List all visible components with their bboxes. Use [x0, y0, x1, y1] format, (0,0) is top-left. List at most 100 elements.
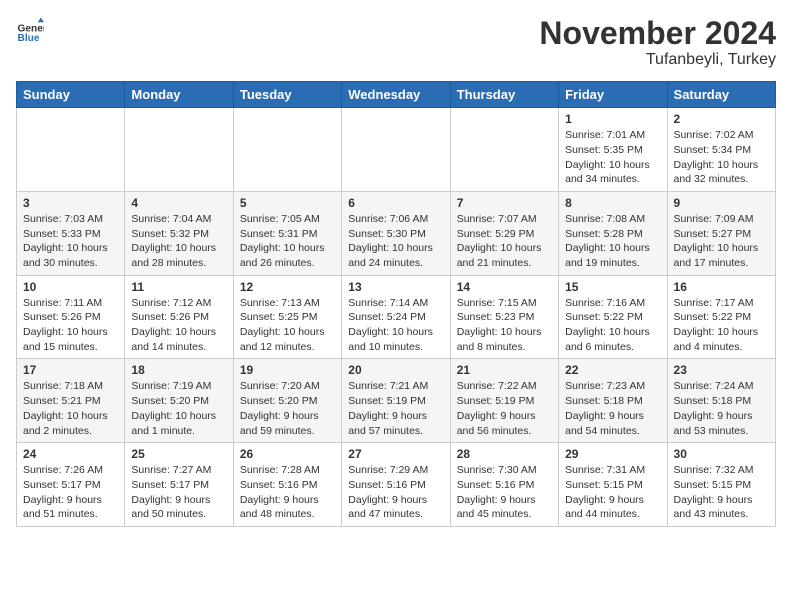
day-number: 18 [131, 363, 226, 377]
calendar-day-cell: 18 Sunrise: 7:19 AM Sunset: 5:20 PM Dayli… [125, 359, 233, 443]
calendar-day-cell: 12Sunrise: 7:13 AM Sunset: 5:25 PM Dayli… [233, 275, 341, 359]
day-number: 20 [348, 363, 443, 377]
day-info: Sunrise: 7:20 AM Sunset: 5:20 PM Dayligh… [240, 379, 335, 438]
calendar-day-cell: 9 Sunrise: 7:09 AM Sunset: 5:27 PM Daylig… [667, 191, 775, 275]
day-number: 7 [457, 196, 552, 210]
day-number: 8 [565, 196, 660, 210]
day-info: Sunrise: 7:16 AM Sunset: 5:22 PM Dayligh… [565, 296, 660, 355]
calendar-week-row: 24 Sunrise: 7:26 AM Sunset: 5:17 PM Dayli… [17, 443, 776, 527]
calendar-day-cell: 26Sunrise: 7:28 AM Sunset: 5:16 PM Dayli… [233, 443, 341, 527]
day-of-week-header: Monday [125, 82, 233, 108]
calendar-day-cell [17, 108, 125, 192]
calendar-day-cell: 4 Sunrise: 7:04 AM Sunset: 5:32 PM Daylig… [125, 191, 233, 275]
calendar-subtitle: Tufanbeyli, Turkey [539, 51, 776, 69]
calendar-day-cell: 16 Sunrise: 7:17 AM Sunset: 5:22 PM Dayli… [667, 275, 775, 359]
calendar-day-cell: 1 Sunrise: 7:01 AM Sunset: 5:35 PM Daylig… [559, 108, 667, 192]
calendar-day-cell [233, 108, 341, 192]
calendar-day-cell: 28 Sunrise: 7:30 AM Sunset: 5:16 PM Dayli… [450, 443, 558, 527]
day-number: 3 [23, 196, 118, 210]
calendar-day-cell: 5 Sunrise: 7:05 AM Sunset: 5:31 PM Daylig… [233, 191, 341, 275]
day-of-week-header: Friday [559, 82, 667, 108]
calendar-week-row: 17Sunrise: 7:18 AM Sunset: 5:21 PM Dayli… [17, 359, 776, 443]
day-info: Sunrise: 7:09 AM Sunset: 5:27 PM Dayligh… [674, 212, 769, 271]
calendar-day-cell: 24 Sunrise: 7:26 AM Sunset: 5:17 PM Dayli… [17, 443, 125, 527]
day-number: 25 [131, 447, 226, 461]
calendar-week-row: 10 Sunrise: 7:11 AM Sunset: 5:26 PM Dayli… [17, 275, 776, 359]
day-number: 12 [240, 280, 335, 294]
day-number: 26 [240, 447, 335, 461]
day-info: Sunrise: 7:32 AM Sunset: 5:15 PM Dayligh… [674, 463, 769, 522]
day-info: Sunrise: 7:26 AM Sunset: 5:17 PM Dayligh… [23, 463, 118, 522]
day-number: 13 [348, 280, 443, 294]
calendar-day-cell: 3 Sunrise: 7:03 AM Sunset: 5:33 PM Daylig… [17, 191, 125, 275]
calendar-day-cell: 17Sunrise: 7:18 AM Sunset: 5:21 PM Dayli… [17, 359, 125, 443]
calendar-day-cell: 30 Sunrise: 7:32 AM Sunset: 5:15 PM Dayli… [667, 443, 775, 527]
day-number: 14 [457, 280, 552, 294]
day-info: Sunrise: 7:14 AM Sunset: 5:24 PM Dayligh… [348, 296, 443, 355]
day-info: Sunrise: 7:01 AM Sunset: 5:35 PM Dayligh… [565, 128, 660, 187]
calendar-day-cell: 27Sunrise: 7:29 AM Sunset: 5:16 PM Dayli… [342, 443, 450, 527]
day-info: Sunrise: 7:22 AM Sunset: 5:19 PM Dayligh… [457, 379, 552, 438]
day-info: Sunrise: 7:19 AM Sunset: 5:20 PM Dayligh… [131, 379, 226, 438]
day-info: Sunrise: 7:30 AM Sunset: 5:16 PM Dayligh… [457, 463, 552, 522]
day-number: 9 [674, 196, 769, 210]
day-of-week-header: Saturday [667, 82, 775, 108]
calendar-day-cell [125, 108, 233, 192]
day-number: 28 [457, 447, 552, 461]
day-of-week-header: Sunday [17, 82, 125, 108]
calendar-body: 1 Sunrise: 7:01 AM Sunset: 5:35 PM Daylig… [17, 108, 776, 527]
calendar-day-cell: 13 Sunrise: 7:14 AM Sunset: 5:24 PM Dayli… [342, 275, 450, 359]
calendar-week-row: 1 Sunrise: 7:01 AM Sunset: 5:35 PM Daylig… [17, 108, 776, 192]
day-info: Sunrise: 7:23 AM Sunset: 5:18 PM Dayligh… [565, 379, 660, 438]
calendar-day-cell: 2 Sunrise: 7:02 AM Sunset: 5:34 PM Daylig… [667, 108, 775, 192]
calendar-title: November 2024 [539, 16, 776, 51]
day-number: 1 [565, 112, 660, 126]
day-number: 4 [131, 196, 226, 210]
day-number: 23 [674, 363, 769, 377]
day-number: 19 [240, 363, 335, 377]
calendar-day-cell: 14Sunrise: 7:15 AM Sunset: 5:23 PM Dayli… [450, 275, 558, 359]
day-info: Sunrise: 7:21 AM Sunset: 5:19 PM Dayligh… [348, 379, 443, 438]
day-info: Sunrise: 7:17 AM Sunset: 5:22 PM Dayligh… [674, 296, 769, 355]
logo-icon: General Blue [16, 16, 44, 44]
day-info: Sunrise: 7:02 AM Sunset: 5:34 PM Dayligh… [674, 128, 769, 187]
calendar-day-cell: 8 Sunrise: 7:08 AM Sunset: 5:28 PM Daylig… [559, 191, 667, 275]
day-number: 5 [240, 196, 335, 210]
day-info: Sunrise: 7:24 AM Sunset: 5:18 PM Dayligh… [674, 379, 769, 438]
calendar-table: SundayMondayTuesdayWednesdayThursdayFrid… [16, 81, 776, 527]
svg-text:Blue: Blue [18, 33, 40, 44]
day-info: Sunrise: 7:03 AM Sunset: 5:33 PM Dayligh… [23, 212, 118, 271]
calendar-day-cell: 11Sunrise: 7:12 AM Sunset: 5:26 PM Dayli… [125, 275, 233, 359]
day-number: 10 [23, 280, 118, 294]
calendar-day-cell [342, 108, 450, 192]
title-block: November 2024 Tufanbeyli, Turkey [539, 16, 776, 69]
calendar-day-cell: 22Sunrise: 7:23 AM Sunset: 5:18 PM Dayli… [559, 359, 667, 443]
day-number: 27 [348, 447, 443, 461]
calendar-day-cell: 7 Sunrise: 7:07 AM Sunset: 5:29 PM Daylig… [450, 191, 558, 275]
day-number: 6 [348, 196, 443, 210]
calendar-day-cell: 19 Sunrise: 7:20 AM Sunset: 5:20 PM Dayli… [233, 359, 341, 443]
day-number: 24 [23, 447, 118, 461]
day-of-week-header: Wednesday [342, 82, 450, 108]
day-number: 16 [674, 280, 769, 294]
day-info: Sunrise: 7:04 AM Sunset: 5:32 PM Dayligh… [131, 212, 226, 271]
day-info: Sunrise: 7:08 AM Sunset: 5:28 PM Dayligh… [565, 212, 660, 271]
calendar-day-cell: 6Sunrise: 7:06 AM Sunset: 5:30 PM Daylig… [342, 191, 450, 275]
day-info: Sunrise: 7:18 AM Sunset: 5:21 PM Dayligh… [23, 379, 118, 438]
calendar-day-cell: 21Sunrise: 7:22 AM Sunset: 5:19 PM Dayli… [450, 359, 558, 443]
day-info: Sunrise: 7:27 AM Sunset: 5:17 PM Dayligh… [131, 463, 226, 522]
day-info: Sunrise: 7:11 AM Sunset: 5:26 PM Dayligh… [23, 296, 118, 355]
calendar-day-cell: 29Sunrise: 7:31 AM Sunset: 5:15 PM Dayli… [559, 443, 667, 527]
day-of-week-header: Thursday [450, 82, 558, 108]
day-number: 2 [674, 112, 769, 126]
day-of-week-header: Tuesday [233, 82, 341, 108]
day-info: Sunrise: 7:05 AM Sunset: 5:31 PM Dayligh… [240, 212, 335, 271]
calendar-day-cell: 10 Sunrise: 7:11 AM Sunset: 5:26 PM Dayli… [17, 275, 125, 359]
calendar-day-cell: 20 Sunrise: 7:21 AM Sunset: 5:19 PM Dayli… [342, 359, 450, 443]
day-number: 29 [565, 447, 660, 461]
calendar-day-cell: 25 Sunrise: 7:27 AM Sunset: 5:17 PM Dayli… [125, 443, 233, 527]
day-number: 30 [674, 447, 769, 461]
day-info: Sunrise: 7:07 AM Sunset: 5:29 PM Dayligh… [457, 212, 552, 271]
logo: General Blue [16, 16, 44, 44]
day-number: 11 [131, 280, 226, 294]
